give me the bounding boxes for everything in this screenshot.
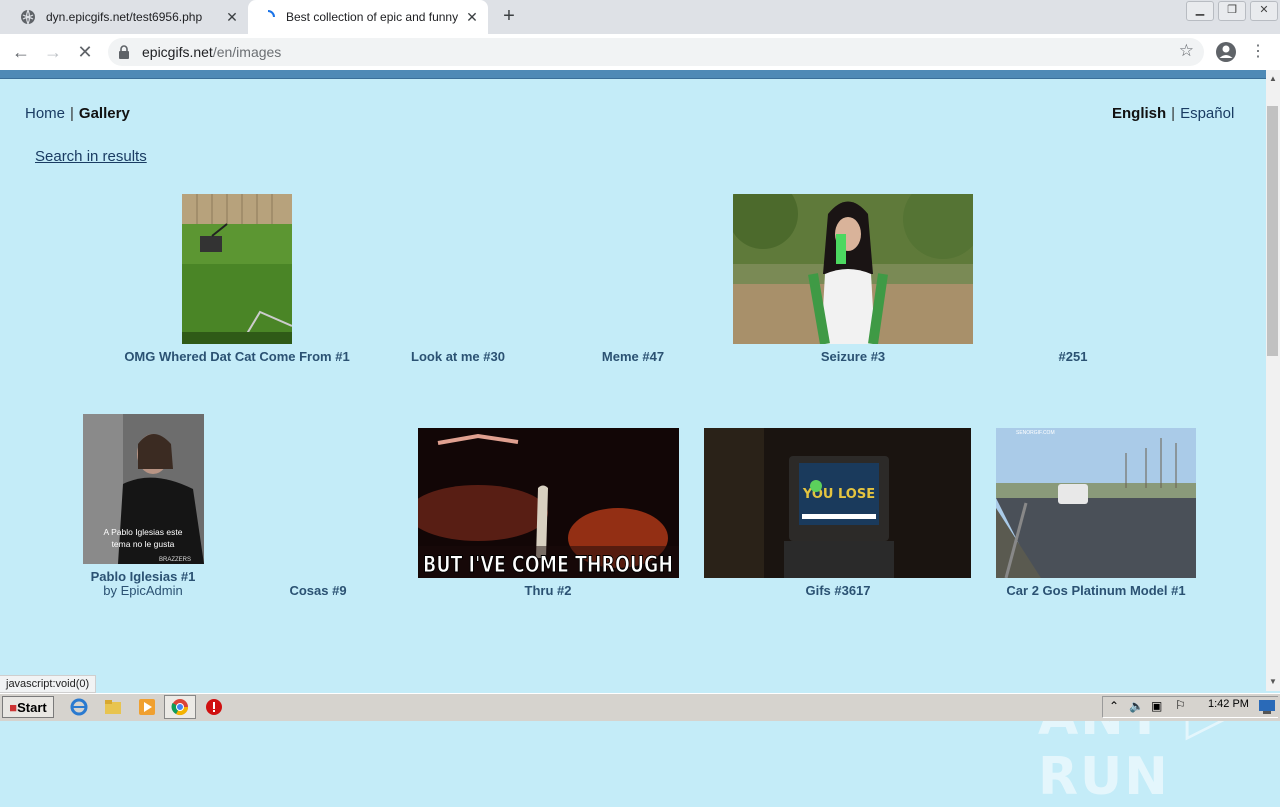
scroll-up-arrow-icon[interactable]: ▲ (1266, 72, 1280, 86)
close-tab-icon[interactable]: ✕ (222, 9, 242, 26)
internet-explorer-icon[interactable] (70, 698, 88, 716)
lang-separator: | (1171, 105, 1176, 122)
stop-loading-icon[interactable]: ✕ (73, 40, 97, 64)
thumb-caption-line2: tema no le gusta (112, 539, 175, 549)
gif-title[interactable]: Car 2 Gos Platinum Model #1 (1006, 583, 1185, 598)
nav-separator: | (70, 105, 74, 122)
lang-english: English (1112, 105, 1167, 122)
gif-title[interactable]: Gifs #3617 (805, 583, 870, 598)
start-button[interactable]: ■Start (2, 696, 54, 718)
gif-thumbnail-seizure[interactable] (733, 194, 973, 344)
thumb-watermark: SENORGIF.COM (1016, 430, 1055, 436)
tab-title: Best collection of epic and funny gifs (286, 10, 462, 24)
lock-icon (119, 45, 129, 59)
gif-title[interactable]: OMG Whered Dat Cat Come From #1 (124, 349, 349, 364)
action-center-flag-icon[interactable]: ⚐ (1175, 698, 1186, 712)
tab-active[interactable]: Best collection of epic and funny gifs ✕ (248, 0, 488, 34)
gif-title[interactable]: Pablo Iglesias #1 (91, 569, 196, 584)
globe-icon (21, 9, 35, 25)
gif-byline: by EpicAdmin (103, 583, 183, 598)
browser-toolbar: ← → ✕ epicgifs.net/en/images ☆ ⋮ (0, 34, 1280, 70)
gif-thumbnail-thru[interactable]: BUT I'VE COME THROUGH (418, 428, 679, 578)
gif-title[interactable]: Meme #47 (602, 349, 664, 364)
thumb-watermark: BRAZZERS (159, 557, 191, 563)
windows-logo-icon: ■ (9, 700, 18, 715)
gif-title[interactable]: #251 (1059, 349, 1088, 364)
profile-avatar-icon[interactable] (1215, 41, 1237, 63)
gif-title[interactable]: Seizure #3 (821, 349, 885, 364)
minimize-button[interactable]: ▁ (1186, 1, 1214, 21)
system-tray: ⌃ 🔈 ▣ ⚐ (1102, 696, 1278, 718)
site-header-strip (0, 70, 1266, 79)
chrome-taskbar-button[interactable] (164, 695, 196, 719)
scroll-down-arrow-icon[interactable]: ▼ (1266, 675, 1280, 689)
url-path: /en/images (212, 44, 282, 60)
menu-dots-icon[interactable]: ⋮ (1246, 40, 1270, 64)
new-tab-button[interactable]: + (498, 6, 520, 28)
scrollbar-thumb[interactable] (1267, 106, 1278, 356)
chrome-icon (171, 699, 189, 716)
gif-title[interactable]: Look at me #30 (411, 349, 505, 364)
nav-home-link[interactable]: Home (25, 105, 65, 122)
lang-spanish-link[interactable]: Español (1180, 105, 1234, 122)
address-bar[interactable]: epicgifs.net/en/images ☆ (108, 38, 1204, 66)
gif-title[interactable]: Cosas #9 (289, 583, 346, 598)
gif-thumbnail-lawnmower[interactable] (182, 194, 292, 344)
volume-icon[interactable]: 🔈 (1129, 699, 1144, 713)
media-player-icon[interactable] (138, 698, 156, 716)
folder-icon[interactable] (104, 698, 122, 716)
window-controls: ▁ ❐ ✕ (1184, 0, 1280, 22)
search-in-results-link[interactable]: Search in results (35, 148, 147, 165)
page-scrollbar[interactable]: ▲ ▼ (1266, 70, 1280, 691)
url-host: epicgifs.net (142, 44, 213, 60)
thumb-meme-text: BUT I'VE COME THROUGH (423, 553, 673, 578)
breadcrumb: Home | Gallery (25, 105, 130, 122)
page-content: Home | Gallery English | Español Search in r… (0, 79, 1266, 807)
close-tab-icon[interactable]: ✕ (462, 9, 482, 26)
tab-inactive[interactable]: dyn.epicgifs.net/test6956.php ✕ (8, 0, 248, 34)
windows-taskbar: ■Start ⌃ 🔈 ▣ ⚐ 1:42 PM (0, 693, 1280, 721)
thumb-caption-line1: A Pablo Iglesias este (104, 527, 183, 537)
loading-spinner-icon (267, 10, 275, 18)
gif-thumbnail-pablo-iglesias[interactable]: A Pablo Iglesias este tema no le gusta B… (83, 414, 204, 564)
language-switcher: English | Español (1112, 105, 1234, 122)
stop-sign-icon[interactable] (205, 698, 223, 716)
start-label: Start (17, 700, 47, 715)
url-text: epicgifs.net/en/images (142, 44, 281, 60)
show-desktop-icon[interactable] (1259, 700, 1275, 714)
tab-strip: dyn.epicgifs.net/test6956.php ✕ Best col… (0, 0, 1280, 34)
gif-title[interactable]: Thru #2 (525, 583, 572, 598)
back-arrow-icon[interactable]: ← (9, 40, 33, 64)
tab-title: dyn.epicgifs.net/test6956.php (46, 10, 203, 24)
maximize-button[interactable]: ❐ (1218, 1, 1246, 21)
network-icon[interactable]: ▣ (1151, 699, 1162, 713)
bookmark-star-icon[interactable]: ☆ (1179, 41, 1194, 61)
close-window-button[interactable]: ✕ (1250, 1, 1278, 21)
nav-gallery: Gallery (78, 105, 130, 122)
status-bar-url: javascript:void(0) (0, 675, 97, 693)
show-hidden-icons-icon[interactable]: ⌃ (1109, 699, 1119, 713)
gif-thumbnail-gifs[interactable]: YOU LOSE (704, 428, 971, 578)
taskbar-clock[interactable]: 1:42 PM (1208, 698, 1249, 710)
forward-arrow-icon[interactable]: → (41, 40, 65, 64)
gif-thumbnail-car[interactable]: SENORGIF.COM (996, 428, 1196, 578)
